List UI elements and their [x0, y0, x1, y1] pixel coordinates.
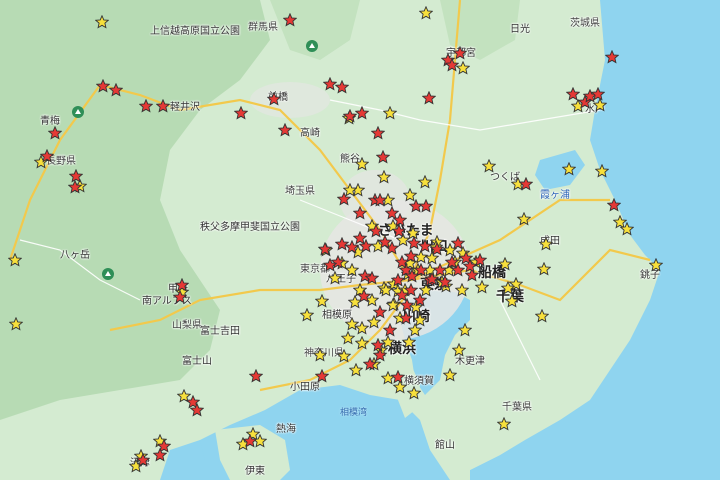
yellow-star-marker[interactable] — [649, 258, 663, 272]
yellow-star-marker[interactable] — [419, 6, 433, 20]
red-star-marker[interactable] — [405, 269, 419, 283]
red-star-marker[interactable] — [323, 258, 337, 272]
red-star-marker[interactable] — [153, 448, 167, 462]
red-star-marker[interactable] — [365, 271, 379, 285]
yellow-star-marker[interactable] — [497, 417, 511, 431]
yellow-star-marker[interactable] — [341, 331, 355, 345]
yellow-star-marker[interactable] — [539, 237, 553, 251]
mountain-icon — [306, 40, 318, 52]
red-star-marker[interactable] — [355, 106, 369, 120]
red-star-marker[interactable] — [607, 198, 621, 212]
red-star-marker[interactable] — [249, 369, 263, 383]
red-star-marker[interactable] — [278, 123, 292, 137]
red-star-marker[interactable] — [156, 99, 170, 113]
red-star-marker[interactable] — [445, 58, 459, 72]
red-star-marker[interactable] — [109, 83, 123, 97]
red-star-marker[interactable] — [318, 242, 332, 256]
red-star-marker[interactable] — [413, 293, 427, 307]
red-star-marker[interactable] — [353, 206, 367, 220]
red-star-marker[interactable] — [267, 92, 281, 106]
yellow-star-marker[interactable] — [345, 317, 359, 331]
yellow-star-marker[interactable] — [9, 317, 23, 331]
yellow-star-marker[interactable] — [517, 212, 531, 226]
red-star-marker[interactable] — [400, 298, 414, 312]
red-star-marker[interactable] — [371, 126, 385, 140]
yellow-star-marker[interactable] — [595, 164, 609, 178]
mountain-icon — [102, 268, 114, 280]
red-star-marker[interactable] — [243, 434, 257, 448]
red-star-marker[interactable] — [430, 242, 444, 256]
yellow-star-marker[interactable] — [458, 323, 472, 337]
red-star-marker[interactable] — [419, 199, 433, 213]
red-star-marker[interactable] — [605, 50, 619, 64]
red-star-marker[interactable] — [353, 231, 367, 245]
red-star-marker[interactable] — [438, 275, 452, 289]
red-star-marker[interactable] — [40, 149, 54, 163]
yellow-star-marker[interactable] — [95, 15, 109, 29]
red-star-marker[interactable] — [519, 177, 533, 191]
red-star-marker[interactable] — [234, 106, 248, 120]
red-star-marker[interactable] — [96, 79, 110, 93]
red-star-marker[interactable] — [136, 453, 150, 467]
red-star-marker[interactable] — [376, 150, 390, 164]
yellow-star-marker[interactable] — [482, 159, 496, 173]
red-star-marker[interactable] — [68, 180, 82, 194]
red-star-marker[interactable] — [391, 370, 405, 384]
yellow-star-marker[interactable] — [418, 175, 432, 189]
yellow-star-marker[interactable] — [537, 262, 551, 276]
yellow-star-marker[interactable] — [408, 323, 422, 337]
red-star-marker[interactable] — [173, 290, 187, 304]
red-star-marker[interactable] — [373, 348, 387, 362]
yellow-star-marker[interactable] — [8, 253, 22, 267]
yellow-star-marker[interactable] — [355, 336, 369, 350]
red-star-marker[interactable] — [378, 235, 392, 249]
red-star-marker[interactable] — [335, 80, 349, 94]
yellow-star-marker[interactable] — [349, 363, 363, 377]
yellow-star-marker[interactable] — [407, 386, 421, 400]
yellow-star-marker[interactable] — [355, 157, 369, 171]
yellow-star-marker[interactable] — [620, 222, 634, 236]
yellow-star-marker[interactable] — [498, 257, 512, 271]
red-star-marker[interactable] — [315, 369, 329, 383]
yellow-star-marker[interactable] — [315, 294, 329, 308]
red-star-marker[interactable] — [391, 273, 405, 287]
red-star-marker[interactable] — [463, 259, 477, 273]
red-star-marker[interactable] — [383, 323, 397, 337]
red-star-marker[interactable] — [283, 13, 297, 27]
red-star-marker[interactable] — [139, 99, 153, 113]
red-star-marker[interactable] — [392, 224, 406, 238]
red-star-marker[interactable] — [337, 192, 351, 206]
yellow-star-marker[interactable] — [452, 343, 466, 357]
yellow-star-marker[interactable] — [377, 170, 391, 184]
yellow-star-marker[interactable] — [328, 271, 342, 285]
yellow-star-marker[interactable] — [313, 348, 327, 362]
mountain-icon — [72, 106, 84, 118]
red-star-marker[interactable] — [373, 193, 387, 207]
red-star-marker[interactable] — [335, 237, 349, 251]
red-star-marker[interactable] — [399, 311, 413, 325]
red-star-marker[interactable] — [445, 255, 459, 269]
yellow-star-marker[interactable] — [443, 368, 457, 382]
yellow-star-marker[interactable] — [505, 294, 519, 308]
yellow-star-marker[interactable] — [535, 309, 549, 323]
map-canvas[interactable]: 東京 さいたま 川口 川崎 横浜 船橋 千葉 八王子 相模原 神奈川県 埼玉県 … — [0, 0, 720, 480]
red-star-marker[interactable] — [373, 305, 387, 319]
yellow-star-marker[interactable] — [383, 106, 397, 120]
yellow-star-marker[interactable] — [455, 283, 469, 297]
yellow-star-marker[interactable] — [475, 280, 489, 294]
yellow-star-marker[interactable] — [562, 162, 576, 176]
red-star-marker[interactable] — [357, 289, 371, 303]
red-star-marker[interactable] — [343, 109, 357, 123]
yellow-star-marker[interactable] — [501, 281, 515, 295]
yellow-star-marker[interactable] — [300, 308, 314, 322]
red-star-marker[interactable] — [395, 255, 409, 269]
yellow-star-marker[interactable] — [402, 335, 416, 349]
red-star-marker[interactable] — [591, 87, 605, 101]
yellow-star-marker[interactable] — [337, 349, 351, 363]
red-star-marker[interactable] — [422, 91, 436, 105]
red-star-marker[interactable] — [48, 126, 62, 140]
red-star-marker[interactable] — [190, 403, 204, 417]
red-star-marker[interactable] — [451, 236, 465, 250]
